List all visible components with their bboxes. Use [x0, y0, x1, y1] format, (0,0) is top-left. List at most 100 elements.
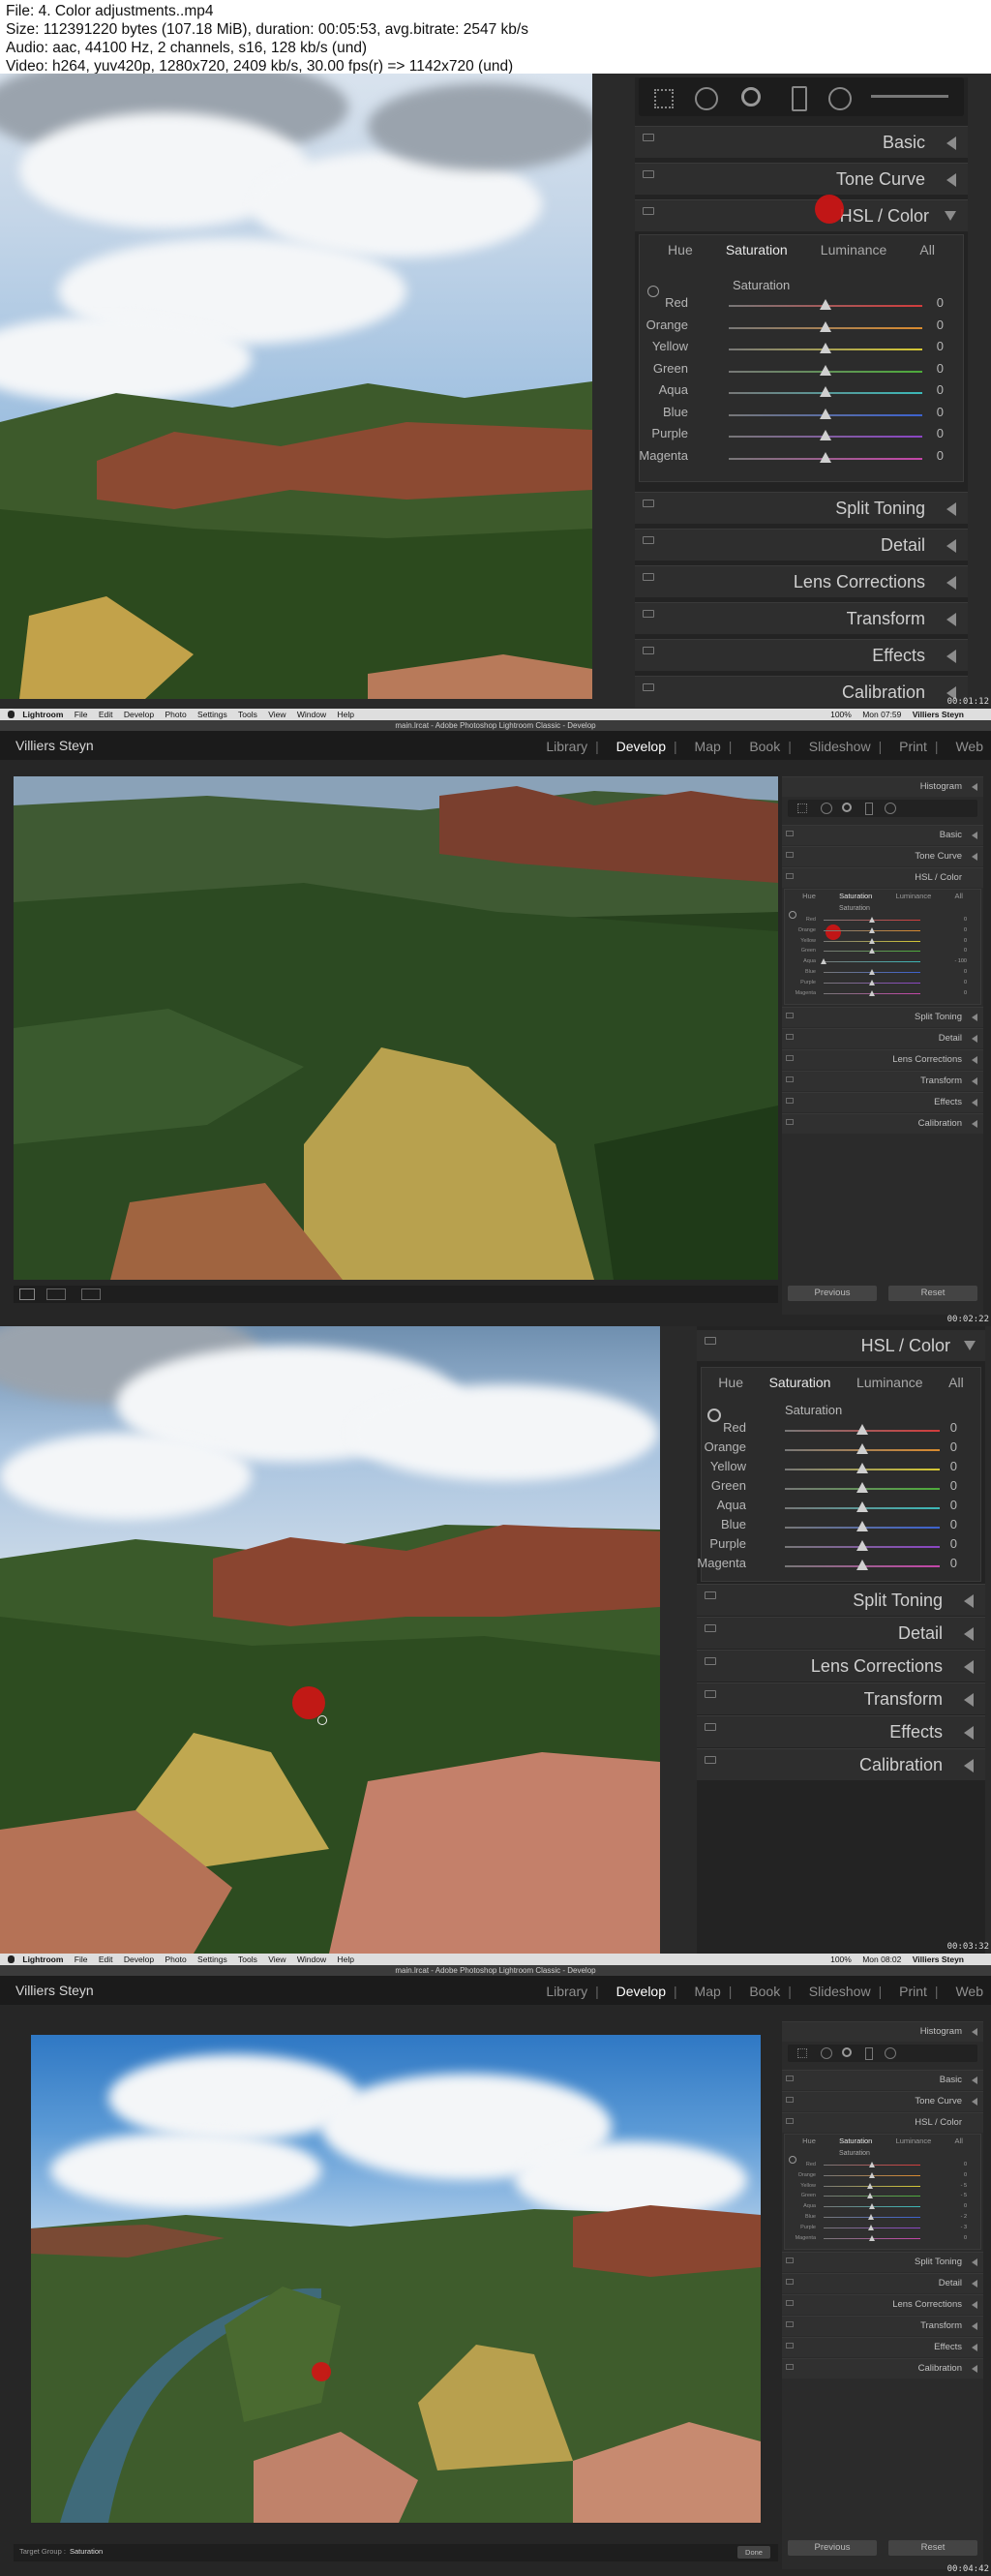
menu-develop[interactable]: Develop — [124, 1955, 154, 1964]
menu-lightroom[interactable]: Lightroom — [22, 710, 63, 719]
slider-thumb[interactable] — [869, 948, 875, 955]
tab-saturation[interactable]: Saturation — [827, 2135, 884, 2148]
done-button[interactable]: Done — [737, 2546, 770, 2559]
slider-value[interactable]: 0 — [920, 339, 944, 353]
slider-thumb[interactable] — [869, 989, 875, 996]
slider-value[interactable]: - 5 — [947, 2191, 967, 2200]
tab-hue[interactable]: Hue — [791, 2135, 827, 2148]
red-eye-icon[interactable] — [741, 87, 761, 106]
panel-calibration[interactable]: Calibration — [782, 1113, 983, 1134]
slider-value[interactable]: 0 — [920, 382, 944, 397]
slider-value[interactable]: 0 — [947, 978, 967, 987]
spot-removal-icon[interactable] — [695, 87, 718, 110]
slider-thumb[interactable] — [820, 451, 831, 463]
tab-all[interactable]: All — [943, 2135, 975, 2148]
menu-settings[interactable]: Settings — [197, 1955, 227, 1964]
slider-thumb[interactable] — [869, 917, 875, 923]
menu-tools[interactable]: Tools — [238, 710, 257, 719]
slider-thumb[interactable] — [820, 386, 831, 397]
panel-tone-curve[interactable]: Tone Curve — [635, 163, 968, 195]
menu-photo[interactable]: Photo — [165, 710, 186, 719]
tab-all[interactable]: All — [936, 1368, 976, 1397]
menu-develop[interactable]: Develop — [124, 710, 154, 719]
slider-value[interactable]: - 5 — [947, 2181, 967, 2191]
tab-saturation[interactable]: Saturation — [827, 890, 884, 903]
panel-transform[interactable]: Transform — [782, 2316, 983, 2336]
module-develop[interactable]: Develop — [616, 1984, 666, 1999]
slider-thumb[interactable] — [868, 2214, 874, 2220]
menu-window[interactable]: Window — [297, 1955, 326, 1964]
panel-lens-corrections[interactable]: Lens Corrections — [782, 2294, 983, 2315]
panel-tone-curve[interactable]: Tone Curve — [782, 846, 983, 866]
slider-thumb[interactable] — [856, 1424, 868, 1435]
slider-thumb[interactable] — [856, 1521, 868, 1531]
slider-thumb[interactable] — [856, 1560, 868, 1570]
slider-value[interactable]: 0 — [934, 1478, 957, 1493]
panel-lens-corrections[interactable]: Lens Corrections — [635, 565, 968, 597]
panel-calibration[interactable]: Calibration — [782, 2358, 983, 2379]
panel-tone-curve[interactable]: Tone Curve — [782, 2091, 983, 2111]
radial-filter-icon[interactable] — [828, 87, 852, 110]
module-slideshow[interactable]: Slideshow — [809, 739, 871, 754]
menu-photo[interactable]: Photo — [165, 1955, 186, 1964]
slider-value[interactable]: 0 — [947, 946, 967, 955]
menu-edit[interactable]: Edit — [99, 1955, 113, 1964]
menu-file[interactable]: File — [75, 1955, 88, 1964]
panel-effects[interactable]: Effects — [782, 2337, 983, 2357]
panel-hsl-color[interactable]: HSL / Color — [782, 867, 983, 888]
panel-split-toning[interactable]: Split Toning — [697, 1584, 985, 1616]
slider-thumb[interactable] — [866, 2182, 873, 2189]
slider-value[interactable]: 0 — [947, 2170, 967, 2180]
slider-value[interactable]: 0 — [920, 426, 944, 440]
panel-split-toning[interactable]: Split Toning — [782, 1007, 983, 1027]
slider-value[interactable]: - 100 — [947, 956, 967, 966]
panel-split-toning[interactable]: Split Toning — [635, 492, 968, 524]
tab-luminance[interactable]: Luminance — [844, 1368, 936, 1397]
user-name[interactable]: Villiers Steyn — [913, 1955, 964, 1964]
slider-thumb[interactable] — [869, 937, 875, 944]
reset-button[interactable]: Reset — [888, 2540, 977, 2556]
slider-thumb[interactable] — [820, 320, 831, 332]
tab-all[interactable]: All — [903, 235, 951, 264]
tool-strip[interactable] — [639, 77, 964, 116]
panel-hsl-color[interactable]: HSL / Color — [697, 1330, 985, 1361]
slider-value[interactable]: 0 — [947, 988, 967, 998]
panel-histogram[interactable]: Histogram — [782, 2021, 983, 2042]
slider-thumb[interactable] — [856, 1463, 868, 1473]
slider-value[interactable]: 0 — [920, 448, 944, 463]
menu-lightroom[interactable]: Lightroom — [22, 1955, 63, 1964]
slider-thumb[interactable] — [856, 1501, 868, 1512]
slider-thumb[interactable] — [869, 2234, 875, 2241]
slider-thumb[interactable] — [821, 958, 826, 965]
tab-hue[interactable]: Hue — [651, 235, 709, 264]
reset-button[interactable]: Reset — [888, 1286, 977, 1301]
slider-thumb[interactable] — [820, 343, 831, 353]
slider-thumb[interactable] — [869, 969, 875, 975]
menu-window[interactable]: Window — [297, 710, 326, 719]
apple-icon[interactable] — [8, 711, 15, 718]
slider-track[interactable] — [824, 961, 920, 963]
menu-settings[interactable]: Settings — [197, 710, 227, 719]
module-map[interactable]: Map — [695, 1984, 721, 1999]
menu-view[interactable]: View — [268, 710, 285, 719]
loupe-view-icon[interactable] — [19, 1288, 35, 1300]
slider-thumb[interactable] — [856, 1482, 868, 1493]
panel-calibration[interactable]: Calibration — [635, 676, 968, 708]
module-book[interactable]: Book — [749, 1984, 780, 1999]
panel-histogram[interactable]: Histogram — [782, 776, 983, 797]
previous-button[interactable]: Previous — [788, 1286, 877, 1301]
tab-all[interactable]: All — [943, 890, 975, 903]
apple-icon[interactable] — [8, 1955, 15, 1963]
panel-transform[interactable]: Transform — [697, 1682, 985, 1714]
module-map[interactable]: Map — [695, 739, 721, 754]
slider-thumb[interactable] — [820, 408, 831, 419]
slider-thumb[interactable] — [869, 979, 875, 985]
panel-basic[interactable]: Basic — [782, 2070, 983, 2090]
tab-luminance[interactable]: Luminance — [884, 890, 943, 903]
slider-value[interactable]: 0 — [934, 1517, 957, 1531]
slider-value[interactable]: 0 — [947, 925, 967, 935]
panel-split-toning[interactable]: Split Toning — [782, 2252, 983, 2272]
menu-help[interactable]: Help — [337, 1955, 353, 1964]
slider-value[interactable]: 0 — [947, 936, 967, 946]
slider-value[interactable]: 0 — [934, 1459, 957, 1473]
